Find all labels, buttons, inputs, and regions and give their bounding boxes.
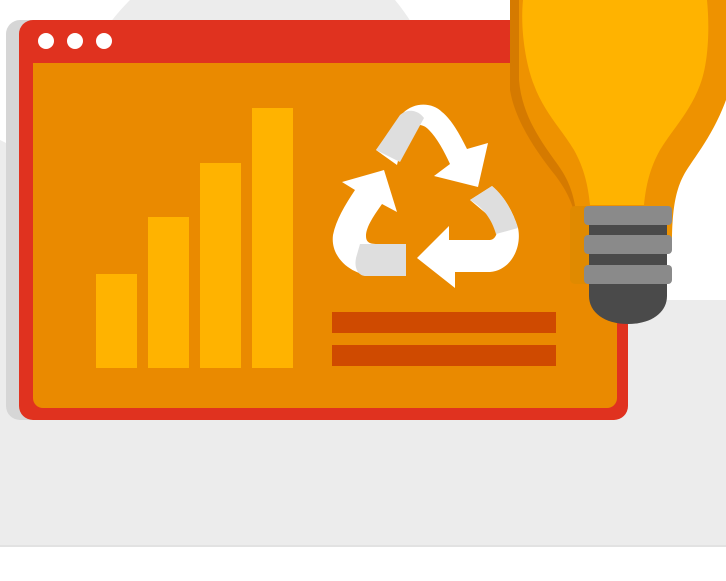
text-line: [332, 345, 556, 366]
chart-bar: [252, 108, 293, 368]
text-line: [332, 312, 556, 333]
bulb-screw-ring: [584, 235, 672, 254]
recycle-arrow-left-shade: [355, 244, 406, 276]
bulb-screw-ring: [584, 206, 672, 225]
window-dot-icon: [96, 33, 112, 49]
illustration-stage: [0, 0, 726, 581]
window-dot-icon: [38, 33, 54, 49]
chart-bar: [200, 163, 241, 368]
chart-bar: [148, 217, 189, 368]
bulb-screw-ring: [584, 265, 672, 284]
illustration-canvas: [0, 0, 726, 547]
chart-bar: [96, 274, 137, 368]
window-dot-icon: [67, 33, 83, 49]
